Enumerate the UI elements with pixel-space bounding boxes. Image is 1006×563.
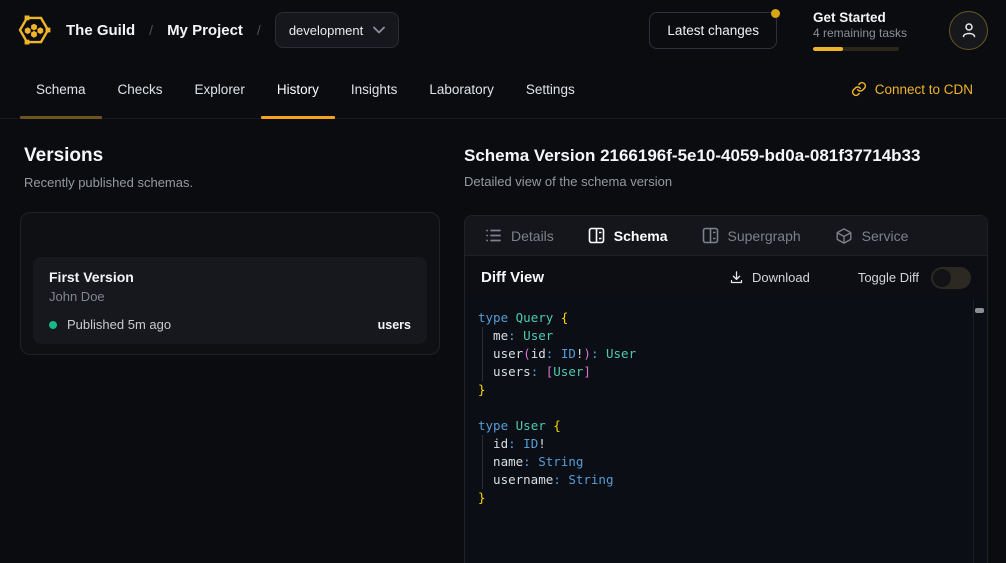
nav-tab-insights[interactable]: Insights bbox=[335, 60, 414, 118]
schema-version-subtitle: Detailed view of the schema version bbox=[464, 174, 920, 189]
tab-details[interactable]: Details bbox=[485, 227, 554, 244]
user-avatar[interactable] bbox=[949, 11, 988, 50]
project-name[interactable]: My Project bbox=[167, 22, 243, 39]
version-status: Published 5m ago bbox=[67, 317, 171, 332]
breadcrumb: The Guild / My Project / development bbox=[66, 12, 399, 48]
latest-changes-button[interactable]: Latest changes bbox=[649, 12, 777, 49]
nav-tab-history[interactable]: History bbox=[261, 60, 335, 118]
app-header: The Guild / My Project / development Lat… bbox=[0, 0, 1006, 60]
nav-tab-explorer[interactable]: Explorer bbox=[179, 60, 261, 118]
detail-tab-bar: Details Schema Supergraph bbox=[465, 216, 987, 256]
get-started-title: Get Started bbox=[813, 10, 913, 25]
chevron-down-icon bbox=[373, 26, 385, 34]
version-list-item[interactable]: First Version John Doe Published 5m ago … bbox=[33, 257, 427, 344]
editor-scrollbar[interactable] bbox=[973, 299, 987, 563]
columns-icon bbox=[702, 227, 719, 244]
toggle-diff-switch[interactable] bbox=[931, 267, 971, 289]
versions-title: Versions bbox=[24, 145, 193, 167]
published-status-dot bbox=[49, 321, 57, 329]
diff-view-toolbar: Diff View Download Toggle Diff bbox=[465, 256, 987, 299]
org-name[interactable]: The Guild bbox=[66, 22, 135, 39]
nav-tab-schema[interactable]: Schema bbox=[20, 60, 102, 118]
schema-version-title: Schema Version 2166196f-5e10-4059-bd0a-0… bbox=[464, 146, 920, 166]
versions-subtitle: Recently published schemas. bbox=[24, 175, 193, 190]
indent-guide bbox=[482, 327, 483, 381]
person-icon bbox=[960, 21, 978, 39]
schema-code-editor[interactable]: type Query { me: User user(id: ID!): Use… bbox=[465, 299, 987, 563]
versions-header: Versions Recently published schemas. bbox=[24, 145, 193, 190]
version-service-badge: users bbox=[378, 318, 411, 332]
download-button[interactable]: Download bbox=[729, 270, 810, 285]
tab-schema[interactable]: Schema bbox=[588, 227, 668, 244]
get-started-progress-fill bbox=[813, 47, 843, 51]
version-author: John Doe bbox=[49, 289, 411, 304]
toggle-knob bbox=[933, 269, 951, 287]
tab-supergraph[interactable]: Supergraph bbox=[702, 227, 801, 244]
download-icon bbox=[729, 270, 744, 285]
nav-tab-settings[interactable]: Settings bbox=[510, 60, 591, 118]
schema-version-header: Schema Version 2166196f-5e10-4059-bd0a-0… bbox=[464, 146, 920, 189]
breadcrumb-separator: / bbox=[149, 22, 153, 38]
toggle-diff-label: Toggle Diff bbox=[858, 270, 919, 285]
hive-logo-icon[interactable] bbox=[15, 11, 53, 49]
nav-tab-laboratory[interactable]: Laboratory bbox=[413, 60, 510, 118]
target-selector[interactable]: development bbox=[275, 12, 399, 48]
code-lines: type Query { me: User user(id: ID!): Use… bbox=[465, 309, 973, 507]
versions-list-card: First Version John Doe Published 5m ago … bbox=[20, 212, 440, 355]
columns-icon bbox=[588, 227, 605, 244]
get-started-progressbar bbox=[813, 47, 899, 51]
main-nav: Schema Checks Explorer History Insights … bbox=[0, 60, 1006, 119]
tab-service[interactable]: Service bbox=[835, 227, 909, 245]
nav-tab-checks[interactable]: Checks bbox=[102, 60, 179, 118]
get-started-subtitle: 4 remaining tasks bbox=[813, 26, 913, 40]
list-icon bbox=[485, 227, 502, 244]
get-started-widget[interactable]: Get Started 4 remaining tasks bbox=[813, 10, 913, 51]
connect-to-cdn-link[interactable]: Connect to CDN bbox=[851, 60, 973, 118]
breadcrumb-separator: / bbox=[257, 22, 261, 38]
schema-version-panel: Details Schema Supergraph bbox=[464, 215, 988, 563]
scrollbar-thumb[interactable] bbox=[975, 308, 984, 313]
target-selector-value: development bbox=[289, 23, 363, 38]
version-name: First Version bbox=[49, 269, 411, 285]
notification-dot bbox=[771, 9, 780, 18]
diff-view-title: Diff View bbox=[481, 269, 544, 286]
cube-icon bbox=[835, 227, 853, 245]
link-icon bbox=[851, 81, 867, 97]
indent-guide bbox=[482, 435, 483, 489]
